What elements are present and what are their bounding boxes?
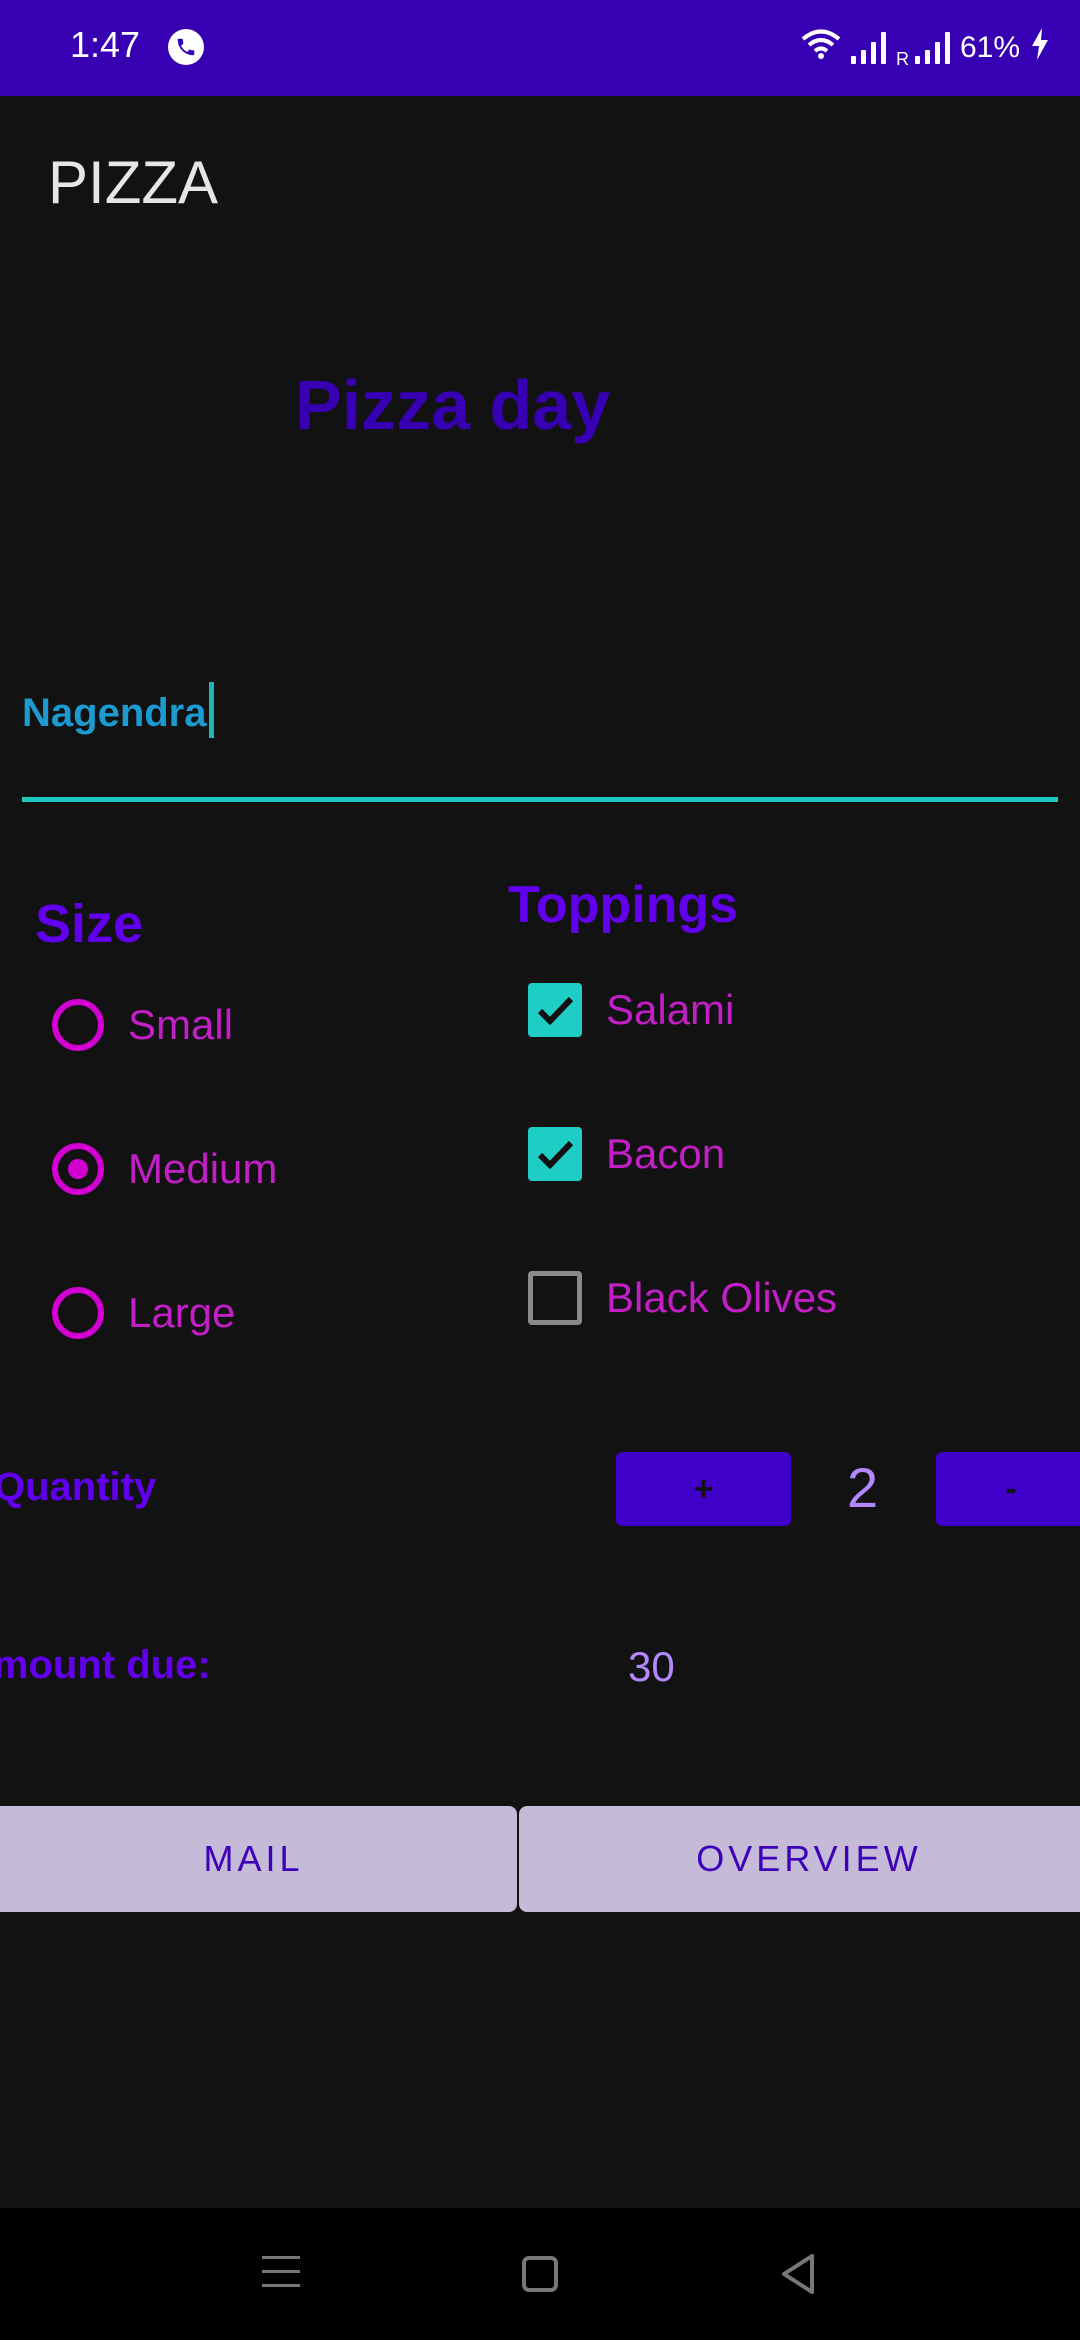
checkbox-salami[interactable]: Salami: [528, 983, 734, 1037]
checkbox-label-black-olives: Black Olives: [606, 1274, 838, 1321]
checkbox-label-bacon: Bacon: [606, 1130, 726, 1177]
name-input-underline: [22, 797, 1058, 802]
checkbox-checked-icon[interactable]: [528, 1127, 582, 1181]
overview-button[interactable]: OVERVIEW: [519, 1806, 1080, 1912]
toppings-heading: Toppings: [508, 876, 739, 934]
checkbox-unchecked-icon[interactable]: [528, 1271, 582, 1325]
quantity-label: Quantity: [0, 1465, 157, 1509]
checkbox-bacon[interactable]: Bacon: [528, 1127, 725, 1181]
phone-icon: [168, 29, 204, 65]
radio-label-large: Large: [128, 1289, 236, 1336]
mail-button[interactable]: MAIL: [0, 1806, 517, 1912]
radio-label-medium: Medium: [128, 1145, 278, 1192]
back-icon[interactable]: [778, 2252, 818, 2301]
radio-button-icon[interactable]: [52, 1287, 104, 1339]
checkbox-label-salami: Salami: [606, 986, 735, 1033]
quantity-increment-button[interactable]: +: [616, 1452, 791, 1526]
signal-icon: [850, 32, 886, 64]
text-caret: [208, 682, 214, 738]
radio-small[interactable]: Small: [52, 999, 233, 1051]
status-icons: R 61%: [801, 26, 1050, 70]
amount-due-value: 30: [628, 1643, 675, 1690]
quantity-decrement-button[interactable]: -: [936, 1452, 1080, 1526]
wifi-icon: [801, 28, 841, 68]
radio-large[interactable]: Large: [52, 1287, 235, 1339]
app-title: PIZZA: [48, 149, 219, 216]
page-heading: Pizza day: [295, 366, 611, 444]
radio-medium[interactable]: Medium: [52, 1143, 277, 1195]
name-input[interactable]: Nagendra: [22, 682, 214, 738]
size-heading: Size: [35, 894, 144, 954]
home-icon[interactable]: [522, 2256, 558, 2292]
battery-text: 61%: [959, 31, 1020, 64]
quantity-value: 2: [847, 1456, 879, 1519]
roaming-indicator: R: [895, 49, 909, 69]
radio-label-small: Small: [128, 1001, 234, 1048]
radio-dot: [68, 1159, 88, 1179]
status-time: 1:47: [70, 24, 141, 65]
amount-due-label: Amount due:: [0, 1643, 211, 1687]
checkbox-checked-icon[interactable]: [528, 983, 582, 1037]
radio-button-icon[interactable]: [52, 999, 104, 1051]
name-input-value: Nagendra: [22, 691, 207, 735]
menu-icon[interactable]: [262, 2256, 300, 2298]
signal-icon-2: [914, 32, 950, 64]
checkbox-black-olives[interactable]: Black Olives: [528, 1271, 837, 1325]
radio-button-selected-icon[interactable]: [52, 1143, 104, 1195]
charging-icon: [1030, 28, 1050, 68]
